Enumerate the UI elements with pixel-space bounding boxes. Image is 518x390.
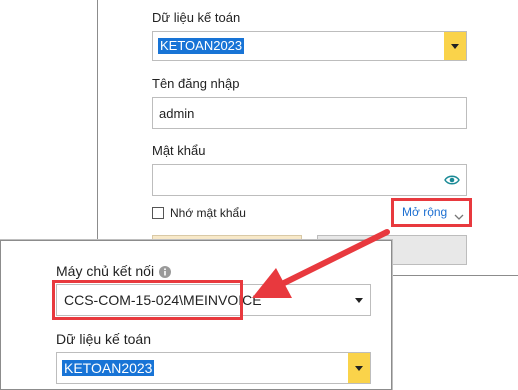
arrow-annotation: [252, 229, 390, 298]
